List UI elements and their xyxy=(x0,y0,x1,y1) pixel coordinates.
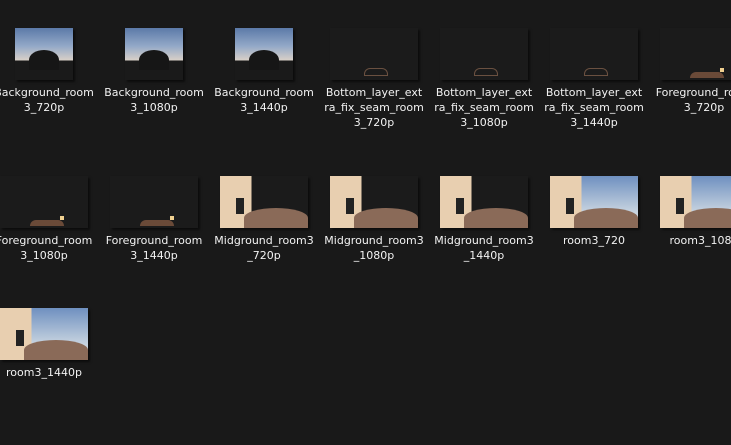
file-name: Background_room3_720p xyxy=(0,86,94,114)
file-item[interactable]: Foreground_room3_1440p xyxy=(101,172,207,263)
file-thumbnail xyxy=(125,28,183,80)
file-item[interactable]: Midground_room3_1080p xyxy=(321,172,427,263)
file-item[interactable]: room3_1440p xyxy=(0,304,97,380)
file-name: Bottom_layer_extra_fix_seam_room3_720p xyxy=(324,86,424,129)
file-name: Foreground_room3_1080p xyxy=(0,234,93,262)
file-thumbnail xyxy=(330,176,418,228)
file-item[interactable]: Background_room3_1080p xyxy=(101,24,207,115)
file-item[interactable]: Background_room3_720p xyxy=(0,24,97,115)
thumbnail-container xyxy=(651,24,731,80)
file-thumbnail xyxy=(660,28,731,80)
thumbnail-container xyxy=(211,172,317,228)
file-name: Midground_room3_1440p xyxy=(434,234,534,262)
file-thumbnail xyxy=(15,28,73,80)
file-item[interactable]: Background_room3_1440p xyxy=(211,24,317,115)
file-name: room3_720 xyxy=(563,234,625,247)
file-item[interactable]: Foreground_room3_1080p xyxy=(0,172,97,263)
file-item[interactable]: room3_1080 xyxy=(651,172,731,248)
thumbnail-container xyxy=(0,172,97,228)
file-thumbnail xyxy=(330,28,418,80)
file-thumbnail xyxy=(0,308,88,360)
file-item[interactable]: Midground_room3_1440p xyxy=(431,172,537,263)
thumbnail-container xyxy=(321,172,427,228)
file-name: Background_room3_1440p xyxy=(214,86,314,114)
file-thumbnail xyxy=(550,28,638,80)
thumbnail-container xyxy=(431,172,537,228)
file-name: Bottom_layer_extra_fix_seam_room3_1080p xyxy=(434,86,534,129)
file-name: room3_1080 xyxy=(669,234,731,247)
thumbnail-container xyxy=(541,172,647,228)
file-thumbnail xyxy=(660,176,731,228)
file-name: Background_room3_1080p xyxy=(104,86,204,114)
file-item[interactable]: Midground_room3_720p xyxy=(211,172,317,263)
file-thumbnail xyxy=(235,28,293,80)
thumbnail-container xyxy=(0,304,97,360)
file-item[interactable]: room3_720 xyxy=(541,172,647,248)
thumbnail-container xyxy=(211,24,317,80)
file-name: Midground_room3_720p xyxy=(214,234,314,262)
thumbnail-container xyxy=(101,24,207,80)
thumbnail-container xyxy=(321,24,427,80)
file-thumbnail xyxy=(220,176,308,228)
file-name: Bottom_layer_extra_fix_seam_room3_1440p xyxy=(544,86,644,129)
thumbnail-container xyxy=(651,172,731,228)
file-thumbnail xyxy=(440,28,528,80)
file-name: Foreground_room3_1440p xyxy=(105,234,203,262)
file-thumbnail xyxy=(110,176,198,228)
thumbnail-container xyxy=(101,172,207,228)
file-item[interactable]: Bottom_layer_extra_fix_seam_room3_1080p xyxy=(431,24,537,130)
file-thumbnail xyxy=(0,176,88,228)
thumbnail-container xyxy=(0,24,97,80)
file-name: room3_1440p xyxy=(6,366,82,379)
file-item[interactable]: Foreground_room3_720p xyxy=(651,24,731,115)
file-item[interactable]: Bottom_layer_extra_fix_seam_room3_720p xyxy=(321,24,427,130)
file-item[interactable]: Bottom_layer_extra_fix_seam_room3_1440p xyxy=(541,24,647,130)
thumbnail-container xyxy=(541,24,647,80)
file-name: Midground_room3_1080p xyxy=(324,234,424,262)
file-thumbnail xyxy=(550,176,638,228)
thumbnail-container xyxy=(431,24,537,80)
file-name: Foreground_room3_720p xyxy=(655,86,731,114)
file-thumbnail xyxy=(440,176,528,228)
